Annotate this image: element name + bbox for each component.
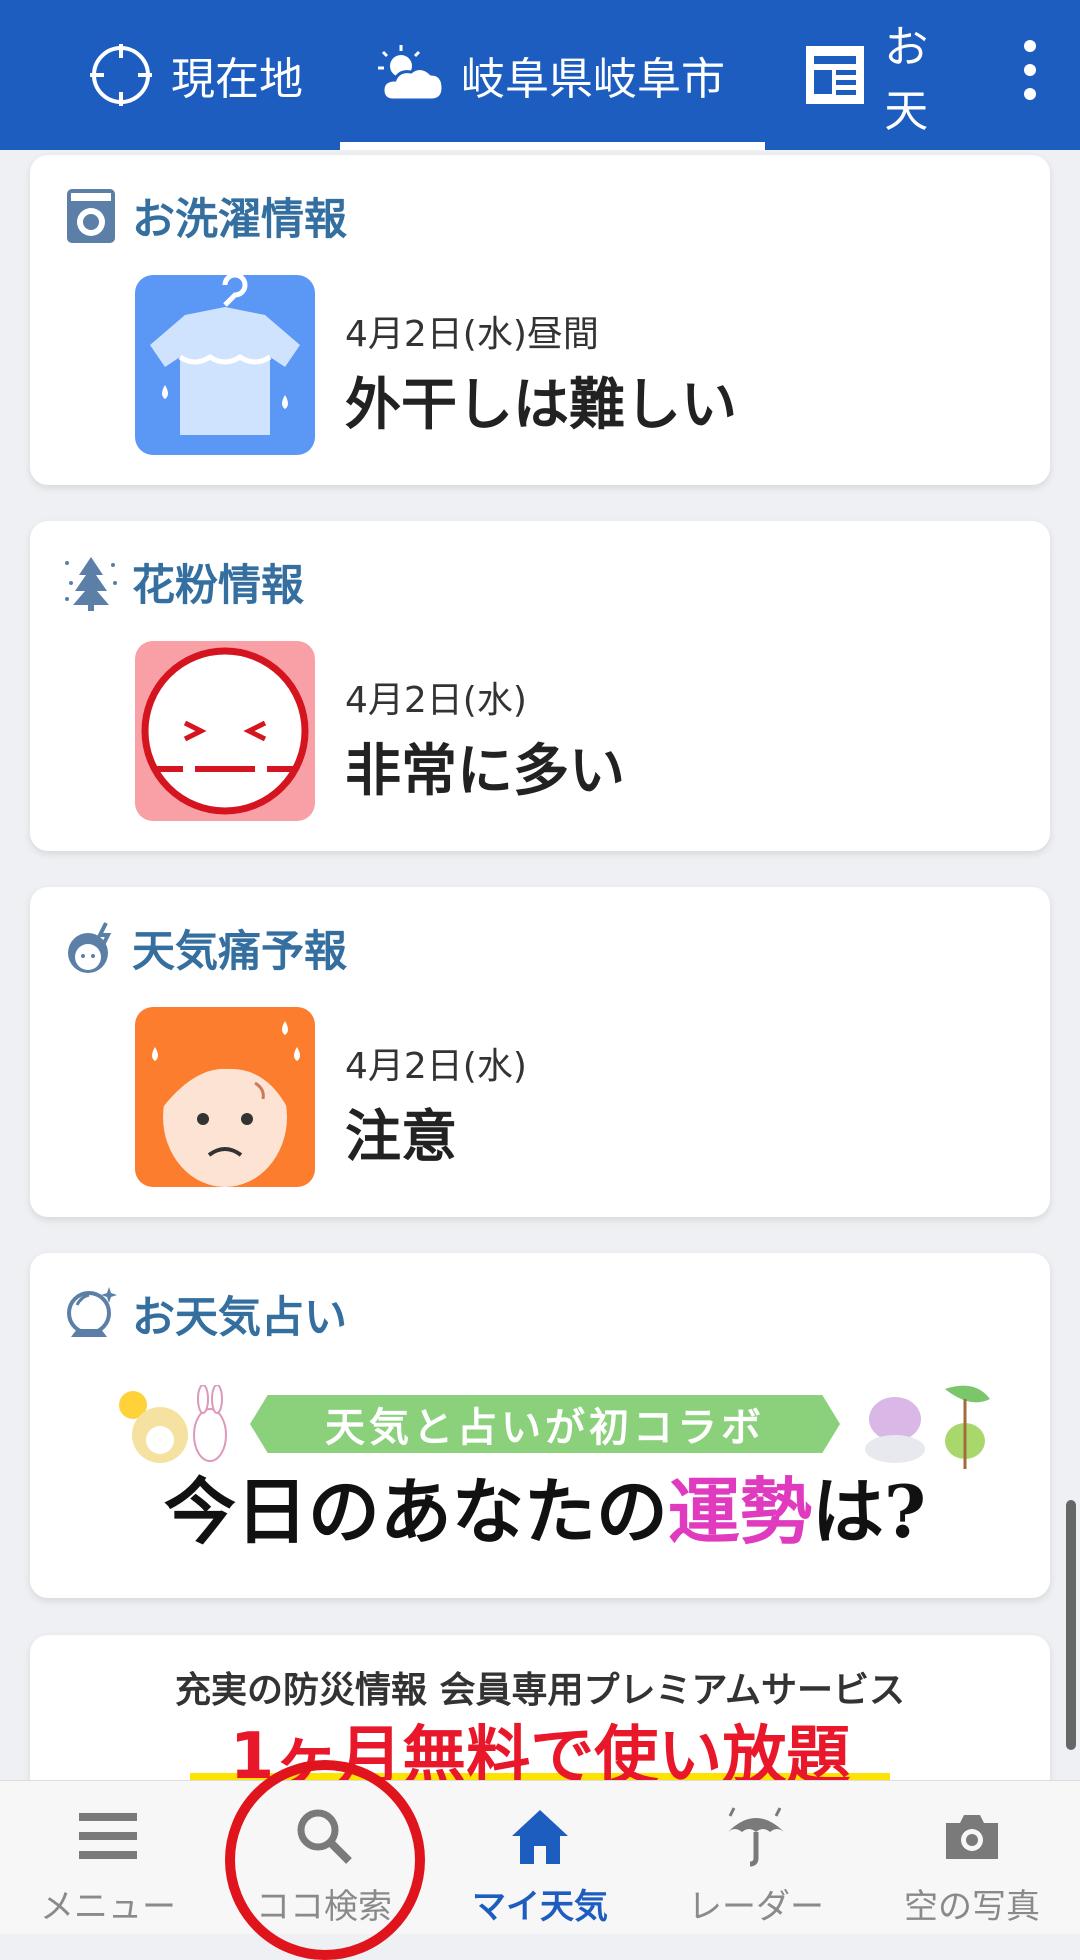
nav-menu[interactable]: メニュー <box>0 1781 216 1934</box>
laundry-date: 4月2日(水)昼間 <box>345 314 599 355</box>
tab-label: 現在地 <box>171 54 303 105</box>
laundry-status: 外干しは難しい <box>345 373 737 438</box>
headache-face-icon <box>62 919 120 977</box>
selected-tab-indicator <box>340 142 765 150</box>
tab-label: 岐阜県岐阜市 <box>461 54 725 105</box>
crosshair-icon <box>85 39 157 111</box>
camera-icon <box>937 1801 1007 1871</box>
washing-machine-icon <box>62 187 120 245</box>
headache-date: 4月2日(水) <box>345 1046 527 1087</box>
laundry-card-title: お洗濯情報 <box>62 185 347 247</box>
news-icon <box>800 39 870 111</box>
fortune-card-title: お天気占い <box>62 1283 347 1345</box>
home-icon <box>505 1801 575 1871</box>
fortune-banner[interactable]: 天気と占いが初コラボ 今日のあなたの運勢は? <box>85 1373 995 1554</box>
tab-gifu-city[interactable]: 岐阜県岐阜市 <box>375 0 725 150</box>
headache-card[interactable]: 天気痛予報 4月2日(水) 注意 <box>30 887 1050 1217</box>
pollen-date: 4月2日(水) <box>345 680 527 721</box>
headache-status: 注意 <box>345 1105 457 1170</box>
pollen-card[interactable]: 花粉情報 4月2日(水) 非常に多い <box>30 521 1050 851</box>
umbrella-icon <box>721 1801 791 1871</box>
nav-sky-photos[interactable]: 空の写真 <box>864 1781 1080 1934</box>
sneezing-face-icon <box>135 641 315 821</box>
crystal-ball-icon <box>62 1285 120 1343</box>
pollen-status: 非常に多い <box>345 739 625 804</box>
fortune-banner-headline: 今日のあなたの運勢は? <box>163 1469 927 1554</box>
kebab-menu-icon[interactable] <box>1020 40 1040 100</box>
wet-shirt-icon <box>135 275 315 455</box>
highlight-circle-annotation <box>225 1760 425 1960</box>
top-tab-bar: 現在地 岐阜県岐阜市 お天 <box>0 0 1080 150</box>
premium-promo-banner[interactable]: 充実の防災情報 会員専用プレミアムサービス 1ヶ月無料で使い放題 <box>30 1635 1050 1795</box>
laundry-card[interactable]: お洗濯情報 4月2日(水)昼間 外干しは難しい <box>30 155 1050 485</box>
bottom-navigation: メニュー ココ検索 マイ天気 レーダー 空の写真 <box>0 1780 1080 1934</box>
nav-radar[interactable]: レーダー <box>648 1781 864 1934</box>
tab-current-location[interactable]: 現在地 <box>85 0 303 150</box>
fortune-banner-tag: 天気と占いが初コラボ <box>250 1395 840 1453</box>
nav-my-weather[interactable]: マイ天気 <box>432 1781 648 1934</box>
tab-news[interactable]: お天 <box>800 0 970 150</box>
partly-cloudy-icon <box>375 39 447 111</box>
tab-label: お天 <box>884 22 929 137</box>
hamburger-icon <box>73 1801 143 1871</box>
pollen-card-title: 花粉情報 <box>62 551 304 613</box>
fortune-card[interactable]: お天気占い 天気と占いが初コラボ 今日のあなたの運勢は? <box>30 1253 1050 1598</box>
headache-card-title: 天気痛予報 <box>62 917 347 979</box>
pollen-tree-icon <box>62 553 120 611</box>
scrollbar-thumb[interactable] <box>1066 1500 1076 1750</box>
worried-face-icon <box>135 1007 315 1187</box>
